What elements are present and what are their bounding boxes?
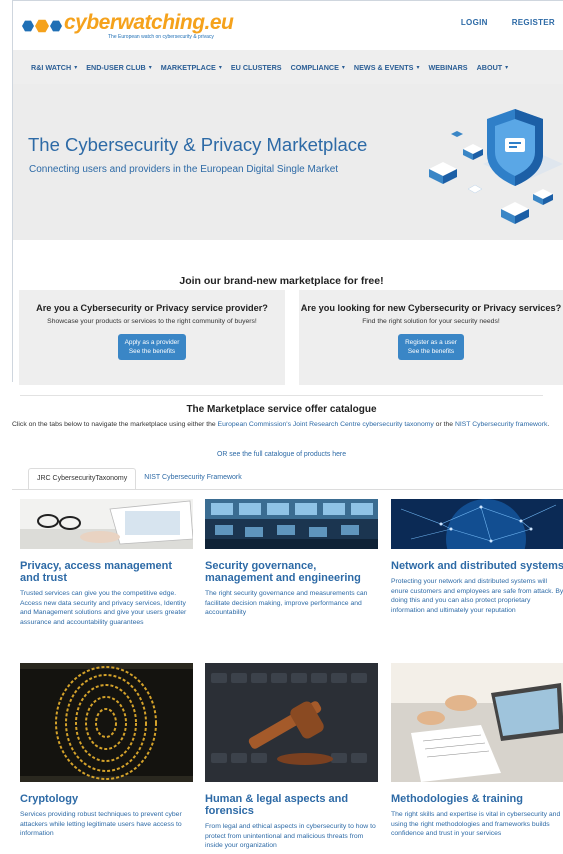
catalogue-title: The Marketplace service offer catalogue [186, 404, 377, 415]
card-text: Protecting your network and distributed … [391, 578, 563, 614]
full-catalogue-link[interactable]: OR see the full catalogue of products he… [0, 451, 563, 458]
provider-text: Showcase your products or services to th… [47, 318, 257, 325]
card-text: The right security governance and measur… [205, 590, 368, 616]
tab-nist-framework[interactable]: NIST Cybersecurity Framework [136, 468, 250, 490]
gavel-keyboard-image [205, 663, 378, 782]
logo-tagline: The European watch on cybersecurity & pr… [108, 34, 214, 40]
login-link[interactable]: LOGIN [461, 18, 488, 27]
laptop-glasses-image [20, 499, 194, 549]
card-title: Methodologies & training [391, 793, 523, 805]
nav-item-marketplace[interactable]: MARKETPLACE ▾ [161, 63, 222, 72]
nav-item-compliance[interactable]: COMPLIANCE ▾ [291, 63, 345, 72]
nav-item-about[interactable]: ABOUT ▾ [477, 63, 509, 72]
site-logo[interactable]: cyberwatching.eu The European watch on c… [22, 8, 234, 44]
user-heading: Are you looking for new Cybersecurity or… [300, 303, 562, 313]
category-card-legal[interactable]: Human & legal aspects and forensics From… [205, 663, 378, 851]
chevron-down-icon: ▾ [416, 64, 420, 71]
join-title: Join our brand-new marketplace for free! [179, 275, 384, 287]
category-card-methodologies[interactable]: Methodologies & training The right skill… [391, 663, 563, 839]
card-text: From legal and ethical aspects in cybers… [205, 823, 376, 849]
fingerprint-chip-image [20, 663, 193, 782]
logo-hex-icon [22, 19, 62, 33]
jrc-taxonomy-link[interactable]: European Commission's Joint Research Cen… [218, 421, 434, 428]
hero-banner: The Cybersecurity & Privacy Marketplace … [13, 84, 563, 240]
apply-provider-button[interactable]: Apply as a provider See the benefits [117, 334, 187, 360]
page-frame-edge [12, 240, 13, 382]
nav-item-ri-watch[interactable]: R&I WATCH ▾ [31, 63, 77, 72]
catalogue-intro: Click on the tabs below to navigate the … [12, 421, 550, 428]
card-title: Security governance, management and engi… [205, 560, 361, 584]
category-card-cryptology[interactable]: Cryptology Services providing robust tec… [20, 663, 193, 839]
network-globe-image [391, 499, 563, 579]
register-user-button[interactable]: Register as a user See the benefits [398, 334, 464, 360]
card-title: Privacy, access management and trust [20, 560, 173, 584]
hero-subtitle: Connecting users and providers in the Eu… [29, 164, 339, 175]
main-nav: R&I WATCH ▾ END-USER CLUB ▾ MARKETPLACE ▾ E… [13, 50, 563, 84]
nav-item-end-user-club[interactable]: END-USER CLUB ▾ [86, 63, 152, 72]
card-title: Network and distributed systems [391, 560, 563, 572]
card-text: Services providing robust techniques to … [20, 811, 182, 837]
hero-title: The Cybersecurity & Privacy Marketplace [28, 134, 368, 155]
card-text: Trusted services can give you the compet… [20, 590, 187, 626]
nav-item-news-events[interactable]: NEWS & EVENTS ▾ [354, 63, 420, 72]
provider-heading: Are you a Cybersecurity or Privacy servi… [36, 303, 268, 313]
nist-framework-link[interactable]: NIST Cybersecurity framework [455, 421, 547, 428]
card-text: The right skills and expertise is vital … [391, 811, 561, 837]
card-title: Human & legal aspects and forensics [205, 793, 349, 817]
category-card-network[interactable]: Network and distributed systems Protecti… [391, 499, 563, 615]
card-title: Cryptology [20, 793, 79, 805]
account-links: LOGIN REGISTER [461, 18, 555, 27]
register-link[interactable]: REGISTER [512, 18, 555, 27]
user-text: Find the right solution for your securit… [362, 318, 500, 325]
nav-item-webinars[interactable]: WEBINARS [428, 63, 467, 72]
category-card-governance[interactable]: Security governance, management and engi… [205, 499, 378, 618]
provider-box: Are you a Cybersecurity or Privacy servi… [19, 290, 285, 385]
tab-jrc-taxonomy[interactable]: JRC CybersecurityTaxonomy [28, 468, 137, 490]
nav-item-eu-clusters[interactable]: EU CLUSTERS [231, 63, 282, 72]
user-box: Are you looking for new Cybersecurity or… [299, 290, 563, 385]
logo-wordmark: cyberwatching.eu [64, 11, 234, 34]
chevron-down-icon: ▾ [505, 64, 509, 71]
chevron-down-icon: ▾ [148, 64, 152, 71]
section-divider [20, 395, 543, 396]
chevron-down-icon: ▾ [341, 64, 345, 71]
control-room-image [205, 499, 378, 549]
tab-baseline [12, 489, 563, 490]
category-card-privacy[interactable]: Privacy, access management and trust Tru… [20, 499, 194, 627]
catalogue-tabs: JRC CybersecurityTaxonomy NIST Cybersecu… [28, 468, 250, 490]
chevron-down-icon: ▾ [218, 64, 222, 71]
shield-illustration-icon [429, 109, 563, 224]
chevron-down-icon: ▾ [74, 64, 78, 71]
office-desk-image [391, 663, 563, 782]
